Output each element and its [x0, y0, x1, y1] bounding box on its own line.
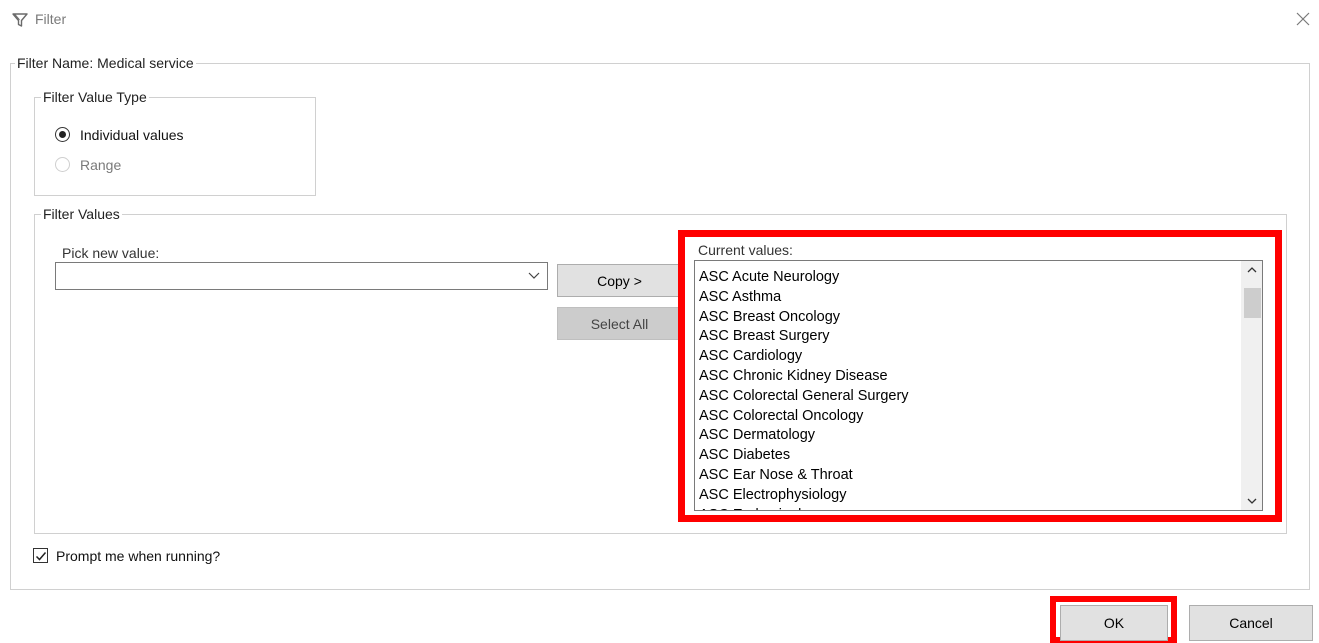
filter-value-type-group [34, 97, 316, 196]
scroll-down-button[interactable] [1241, 492, 1262, 510]
range-radio[interactable] [55, 157, 70, 172]
list-item[interactable]: ASC Ear Nose & Throat [699, 466, 1239, 486]
scroll-thumb[interactable] [1244, 288, 1261, 318]
close-icon [1296, 12, 1310, 26]
window-title: Filter [35, 11, 67, 27]
funnel-icon [12, 13, 28, 27]
individual-values-radio[interactable] [55, 127, 70, 142]
prompt-checkbox[interactable] [33, 548, 48, 563]
pick-new-value-label: Pick new value: [62, 245, 160, 261]
copy-button[interactable]: Copy > [557, 264, 682, 297]
list-item[interactable]: ASC Acute Neurology [699, 268, 1239, 288]
chevron-down-icon [528, 272, 540, 279]
prompt-label[interactable]: Prompt me when running? [56, 548, 220, 564]
list-item[interactable]: ASC Colorectal Oncology [699, 407, 1239, 427]
pick-new-value-dropdown[interactable] [55, 262, 548, 290]
individual-values-label[interactable]: Individual values [80, 127, 184, 143]
filter-values-legend: Filter Values [41, 206, 122, 222]
checkmark-icon [35, 551, 46, 561]
current-values-list[interactable]: ASC Acute Neurology ASC Asthma ASC Breast … [694, 260, 1263, 511]
list-item[interactable]: ASC Asthma [699, 288, 1239, 308]
list-item[interactable]: ASC Colorectal General Surgery [699, 387, 1239, 407]
list-item[interactable]: ASC Endocrinology [699, 506, 1239, 510]
list-item[interactable]: ASC Breast Surgery [699, 327, 1239, 347]
filter-name-legend: Filter Name: Medical service [15, 55, 196, 71]
radio-selected-dot [59, 131, 66, 138]
list-item[interactable]: ASC Cardiology [699, 347, 1239, 367]
select-all-button[interactable]: Select All [557, 307, 682, 340]
list-item[interactable]: ASC Diabetes [699, 446, 1239, 466]
current-values-label: Current values: [698, 242, 793, 258]
list-item[interactable]: ASC Chronic Kidney Disease [699, 367, 1239, 387]
filter-value-type-legend: Filter Value Type [41, 89, 149, 105]
scroll-up-button[interactable] [1241, 261, 1262, 279]
cancel-button[interactable]: Cancel [1189, 605, 1313, 641]
list-item[interactable]: ASC Electrophysiology [699, 486, 1239, 506]
close-button[interactable] [1290, 6, 1316, 32]
list-item[interactable]: ASC Breast Oncology [699, 308, 1239, 328]
current-values-items: ASC Acute Neurology ASC Asthma ASC Breast … [699, 268, 1239, 510]
chevron-down-icon [1247, 498, 1256, 504]
chevron-up-icon [1247, 267, 1256, 273]
range-label[interactable]: Range [80, 157, 121, 173]
list-item[interactable]: ASC Dermatology [699, 426, 1239, 446]
vertical-scrollbar[interactable] [1241, 261, 1262, 510]
ok-button[interactable]: OK [1060, 605, 1168, 641]
